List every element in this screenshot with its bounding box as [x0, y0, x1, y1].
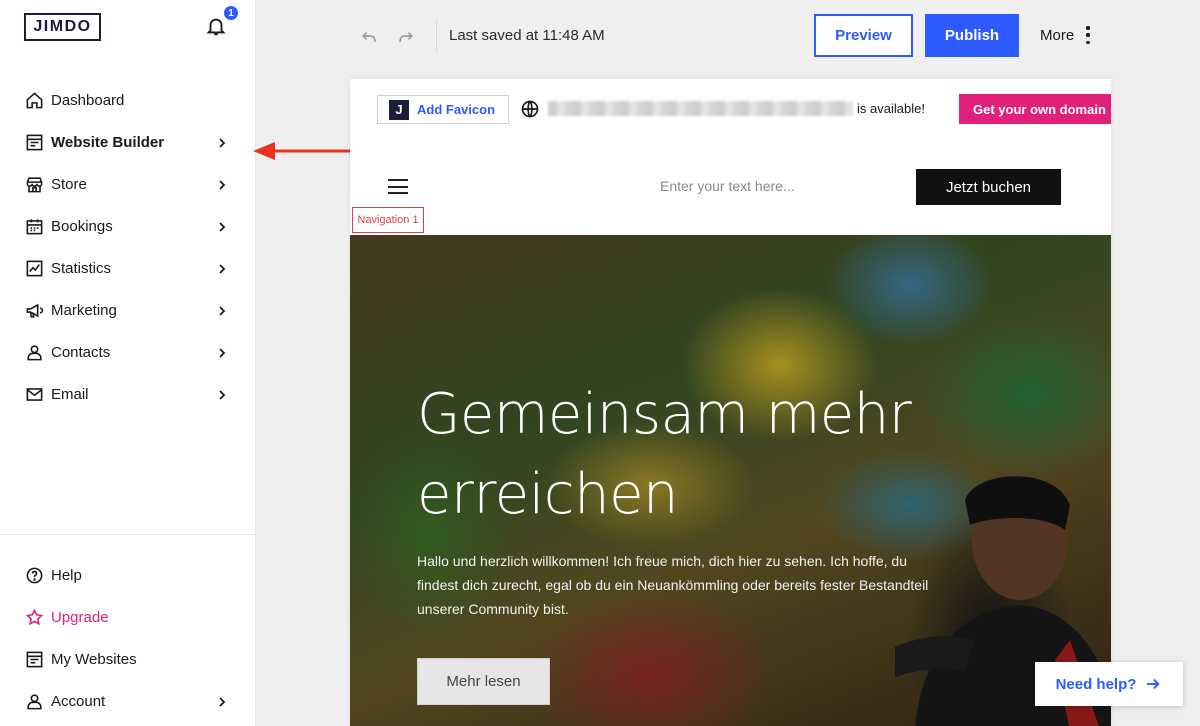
add-favicon-button[interactable]: J Add Favicon	[377, 95, 509, 124]
sidebar-item-bookings[interactable]: Bookings	[0, 205, 256, 247]
help-icon	[24, 565, 44, 585]
chevron-right-icon	[216, 346, 228, 358]
add-favicon-label: Add Favicon	[417, 102, 496, 117]
sidebar-item-help[interactable]: Help	[0, 554, 256, 596]
site-text-placeholder[interactable]: Enter your text here...	[660, 178, 795, 194]
chevron-right-icon	[216, 388, 228, 400]
sidebar-item-label: Store	[51, 175, 87, 193]
globe-icon	[520, 99, 540, 119]
sidebar-item-label: Upgrade	[51, 608, 109, 626]
sidebar-item-label: Help	[51, 566, 82, 584]
hamburger-menu-icon[interactable]	[388, 179, 408, 194]
sidebar-item-label: Email	[51, 385, 89, 403]
toolbar-divider	[436, 20, 437, 52]
sidebar-item-label: Bookings	[51, 217, 113, 235]
sidebar-item-label: Statistics	[51, 259, 112, 277]
hero-text: Hallo und herzlich willkommen! Ich freue…	[417, 553, 929, 617]
website-preview: J Add Favicon is available! Get your own…	[350, 79, 1111, 726]
chevron-right-icon	[216, 178, 228, 190]
sidebar-item-my-websites[interactable]: My Websites	[0, 638, 256, 680]
sidebar-item-contacts[interactable]: Contacts	[0, 331, 256, 373]
website-builder-icon	[24, 132, 44, 152]
sidebar-item-label: Website Builder	[51, 133, 165, 151]
sidebar-item-website-builder[interactable]: Website Builder	[0, 121, 256, 163]
more-label: More	[1040, 26, 1075, 44]
sidebar-divider	[0, 534, 256, 535]
need-help-label: Need help?	[1055, 675, 1137, 693]
calendar-icon	[24, 216, 44, 236]
chevron-right-icon	[216, 695, 228, 707]
account-icon	[24, 691, 44, 711]
book-now-button[interactable]: Jetzt buchen	[916, 169, 1061, 205]
notification-badge: 1	[222, 4, 240, 22]
chevron-right-icon	[216, 220, 228, 232]
redo-icon[interactable]	[396, 26, 416, 46]
get-domain-button[interactable]: Get your own domain	[959, 94, 1111, 124]
sidebar-item-store[interactable]: Store	[0, 163, 256, 205]
undo-icon[interactable]	[359, 26, 379, 46]
need-help-button[interactable]: Need help?	[1035, 662, 1183, 706]
arrow-right-icon	[1147, 678, 1160, 690]
more-menu-button[interactable]: More	[1040, 26, 1090, 44]
person-icon	[24, 342, 44, 362]
more-vertical-icon	[1086, 26, 1090, 44]
sidebar: JIMDO 1 Dashboard Website Builder Store …	[0, 0, 256, 726]
last-saved-status: Last saved at 11:48 AM	[449, 27, 605, 44]
sidebar-item-email[interactable]: Email	[0, 373, 256, 415]
sidebar-item-label: Dashboard	[51, 91, 125, 109]
hero-section[interactable]: Gemeinsam mehr erreichen Hallo und herzl…	[350, 235, 1111, 726]
sidebar-item-account[interactable]: Account	[0, 680, 256, 722]
star-icon	[24, 607, 44, 627]
chevron-right-icon	[216, 304, 228, 316]
home-icon	[24, 90, 44, 110]
chart-icon	[24, 258, 44, 278]
favicon-placeholder: J	[389, 99, 409, 120]
chevron-right-icon	[216, 136, 228, 148]
sidebar-item-marketing[interactable]: Marketing	[0, 289, 256, 331]
hero-title: Gemeinsam mehr erreichen	[417, 382, 912, 527]
jimdo-logo[interactable]: JIMDO	[24, 13, 101, 41]
mail-icon	[24, 384, 44, 404]
sidebar-item-statistics[interactable]: Statistics	[0, 247, 256, 289]
blurred-domain-name	[548, 101, 853, 116]
bottom-nav: Help Upgrade My Websites Account	[0, 554, 256, 722]
my-websites-icon	[24, 649, 44, 669]
sidebar-item-label: Contacts	[51, 343, 111, 361]
sidebar-item-label: Marketing	[51, 301, 117, 319]
preview-button[interactable]: Preview	[814, 14, 913, 57]
sidebar-item-label: Account	[51, 692, 106, 710]
sidebar-item-dashboard[interactable]: Dashboard	[0, 79, 256, 121]
navigation-tag: Navigation 1	[352, 207, 424, 233]
read-more-button[interactable]: Mehr lesen	[417, 658, 550, 705]
sidebar-item-upgrade[interactable]: Upgrade	[0, 596, 256, 638]
main-nav: Dashboard Website Builder Store Bookings…	[0, 79, 256, 415]
chevron-right-icon	[216, 262, 228, 274]
domain-available-text: is available!	[857, 101, 925, 116]
publish-button[interactable]: Publish	[925, 14, 1019, 57]
sidebar-item-label: My Websites	[51, 650, 137, 668]
megaphone-icon	[24, 300, 44, 320]
store-icon	[24, 174, 44, 194]
